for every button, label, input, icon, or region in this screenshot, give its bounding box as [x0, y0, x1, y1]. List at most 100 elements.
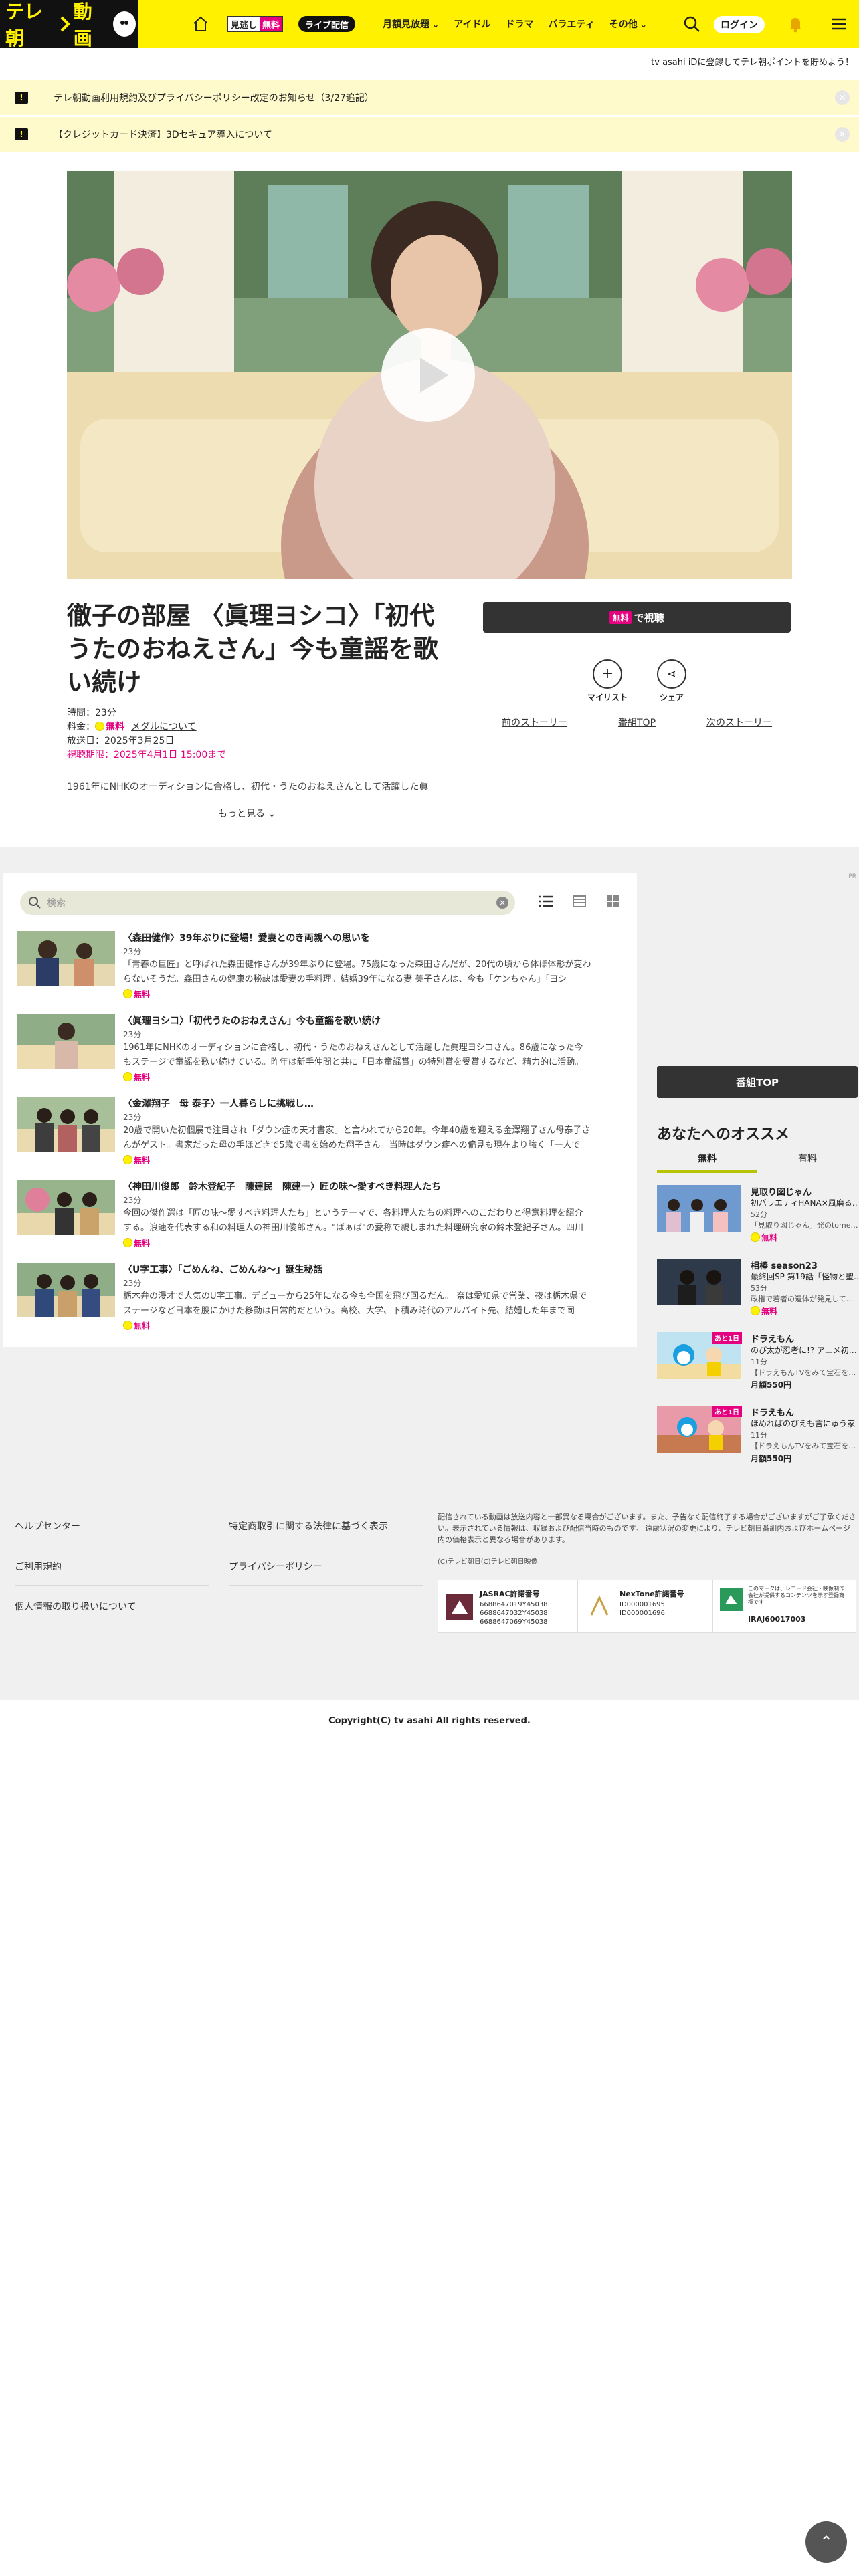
coin-icon: [123, 1321, 132, 1330]
coin-icon: [123, 989, 132, 998]
jasrac-numbers: 6688647019Y45038 6688647032Y45038 668864…: [480, 1601, 548, 1626]
free-label: 無料: [260, 17, 283, 31]
episode-item-summary: 1961年にNHKのオーディションに合格し、初代・うたのおねえさんとして活躍した…: [123, 1043, 584, 1067]
program-top-link[interactable]: 番組TOP: [618, 716, 656, 729]
air-date: 放送日：2025年3月25日: [67, 736, 175, 746]
notice-bar[interactable]: ! テレ朝動画利用規約及びプライバシーポリシー改定のお知らせ（3/27追記） ×: [0, 80, 859, 115]
list-view-icon[interactable]: [538, 893, 554, 909]
next-story-link[interactable]: 次のストーリー: [706, 716, 772, 729]
compact-view-icon[interactable]: [571, 893, 587, 909]
chevron-up-icon: ⌃: [819, 2533, 834, 2551]
more-button[interactable]: もっと見る ⌄: [218, 807, 276, 820]
back-to-top-button[interactable]: ⌃: [805, 2521, 847, 2563]
footer-commercial-law-link[interactable]: 特定商取引に関する法律に基づく表示: [229, 1519, 423, 1545]
promo-text[interactable]: tv asahi iDに登録してテレ朝ポイントを貯めよう！: [651, 55, 854, 68]
jasrac-logo-icon: [446, 1594, 473, 1620]
recommend-item[interactable]: 相棒 season23 最終回SP 第19話「怪物と聖… 53分 政権で若者の遺…: [657, 1259, 858, 1323]
recommend-duration: 11分: [751, 1431, 767, 1440]
nav-monthly[interactable]: 月額見放題: [383, 17, 439, 31]
episode-item-free: 無料: [123, 988, 150, 1000]
episode-item[interactable]: 〈眞理ヨシコ〉「初代うたのおねえさん」今も童謡を歌い続け 23分 1961年にN…: [17, 1014, 633, 1089]
nav-drama[interactable]: ドラマ: [506, 17, 534, 31]
share-icon[interactable]: ⋖: [657, 659, 686, 689]
coin-icon: [751, 1232, 760, 1242]
episode-item[interactable]: 〈U字工事〉「ごめんね、ごめんね～」誕生秘話 23分 栃木弁の漫才で人気のU字工…: [17, 1263, 633, 1337]
recommend-subtitle: 初バラエティHANA×風磨る…: [751, 1198, 858, 1208]
recommend-price: 無料: [751, 1232, 777, 1243]
recommend-title: ドラえもん: [751, 1335, 795, 1345]
footer-note: 配信されている動画は放送内容と一部異なる場合がございます。また、予告なく配信終了…: [438, 1513, 856, 1544]
bell-icon[interactable]: [786, 15, 805, 33]
episode-item-free: 無料: [123, 1071, 150, 1083]
recommend-item[interactable]: 見取り図じゃん 初バラエティHANA×風磨る… 52分 「見取り図じゃん」発のt…: [657, 1185, 858, 1249]
episode-item-title: 〈眞理ヨシコ〉「初代うたのおねえさん」今も童謡を歌い続け: [123, 1016, 381, 1027]
episode-item-summary: 「青春の巨匠」と呼ばれた森田健作さんが39年ぶりに登場。75歳になった森田さんだ…: [123, 960, 591, 984]
tab-free[interactable]: 無料: [657, 1149, 757, 1173]
mylist-label: マイリスト: [587, 693, 628, 702]
notice-icon: !: [15, 92, 28, 104]
prev-story-link[interactable]: 前のストーリー: [502, 716, 567, 729]
login-button[interactable]: ログイン: [714, 16, 765, 33]
nav-variety[interactable]: バラエティ: [549, 17, 595, 31]
recommend-desc: 【ドラえもんTVをみて宝石を…: [751, 1368, 856, 1377]
episode-item-title: 〈U字工事〉「ごめんね、ごめんね～」誕生秘話: [123, 1265, 323, 1275]
days-left-badge: あと1日: [712, 1406, 742, 1417]
watch-button[interactable]: 無料 で視聴: [483, 602, 791, 633]
free-label: 無料: [134, 1073, 151, 1082]
episode-item-duration: 23分: [123, 1279, 142, 1288]
recommend-item[interactable]: あと1日 ドラえもん ほめればのびえも言にゅう家 11分 【ドラえもんTVをみて…: [657, 1406, 858, 1470]
live-chip[interactable]: ライブ配信: [298, 16, 356, 32]
recommend-duration: 53分: [751, 1284, 767, 1293]
catchup-label: 見逃し: [231, 20, 258, 31]
notice-bar[interactable]: ! 【クレジットカード決済】3Dセキュア導入について ×: [0, 117, 859, 152]
notice-text[interactable]: 【クレジットカード決済】3Dセキュア導入について: [54, 128, 272, 141]
plus-icon[interactable]: +: [593, 659, 622, 689]
footer-terms-link[interactable]: ご利用規約: [15, 1560, 209, 1586]
episode-item-duration: 23分: [123, 1196, 142, 1205]
play-button[interactable]: [381, 328, 475, 422]
close-icon[interactable]: ×: [835, 127, 850, 142]
menu-icon[interactable]: [830, 15, 848, 33]
episode-item[interactable]: 〈金澤翔子 母 泰子〉一人暮らしに挑戦し… 23分 20歳で開いた初個展で注目さ…: [17, 1097, 633, 1172]
jasrac-box: JASRAC許諾番号 6688647019Y45038 6688647032Y4…: [438, 1580, 578, 1633]
nextone-logo-icon: [586, 1594, 613, 1620]
episode-item[interactable]: 〈神田川俊郎 鈴木登紀子 陳建民 陳建一〉匠の味～愛すべき料理人たち 23分 今…: [17, 1180, 633, 1255]
jasrac-title: JASRAC許諾番号: [480, 1590, 540, 1598]
recommend-item[interactable]: あと1日 ドラえもん のび太が忍者に!? アニメ初… 11分 【ドラえもんTVを…: [657, 1332, 858, 1396]
medal-link[interactable]: メダルについて: [131, 722, 197, 732]
footer-privacy-handling-link[interactable]: 個人情報の取り扱いについて: [15, 1600, 209, 1625]
clear-icon[interactable]: ×: [496, 897, 508, 909]
recommend-subtitle: ほめればのびえも言にゅう家: [751, 1419, 856, 1428]
fee-value: 無料: [106, 722, 124, 732]
home-icon[interactable]: [192, 15, 209, 33]
episode-item-free: 無料: [123, 1154, 150, 1166]
program-top-button[interactable]: 番組TOP: [657, 1066, 858, 1098]
nav-idol[interactable]: アイドル: [454, 17, 490, 31]
episode-item-duration: 23分: [123, 1030, 142, 1039]
footer-privacy-policy-link[interactable]: プライバシーポリシー: [229, 1560, 423, 1586]
footer-help-link[interactable]: ヘルプセンター: [15, 1519, 209, 1545]
notice-text[interactable]: テレ朝動画利用規約及びプライバシーポリシー改定のお知らせ（3/27追記）: [54, 91, 374, 104]
recommend-subtitle: のび太が忍者に!? アニメ初…: [751, 1346, 857, 1355]
tab-paid[interactable]: 有料: [757, 1149, 858, 1173]
recommend-title: 相棒 season23: [751, 1261, 818, 1271]
close-icon[interactable]: ×: [835, 90, 850, 105]
recommend-price: 月額550円: [751, 1454, 792, 1463]
site-logo[interactable]: テレ朝 動画: [0, 0, 138, 49]
nav-other[interactable]: その他: [609, 17, 647, 31]
chevron-right-icon: [60, 16, 70, 32]
grid-view-icon[interactable]: [605, 893, 621, 909]
logo-text-2: 動画: [73, 1, 92, 49]
fee-label: 料金：: [67, 722, 95, 732]
episode-item-duration: 23分: [123, 947, 142, 956]
recommend-thumbnail: [657, 1259, 741, 1305]
catchup-free-chip[interactable]: 見逃し 無料: [227, 16, 284, 32]
search-input[interactable]: 検索 ×: [20, 891, 515, 915]
episode-item-free: 無料: [123, 1237, 150, 1249]
free-label: 無料: [134, 1321, 151, 1331]
logo-text: テレ朝: [5, 1, 43, 49]
video-player[interactable]: [67, 171, 792, 579]
episode-item[interactable]: 〈森田健作〉39年ぶりに登場！愛妻とのき両親への思いを 23分 「青春の巨匠」と…: [17, 931, 633, 1006]
site-header: テレ朝 動画 見逃し 無料 ライブ配信 月額見放題 アイドル ドラマ バラエティ…: [0, 0, 859, 49]
search-icon[interactable]: [682, 15, 701, 33]
